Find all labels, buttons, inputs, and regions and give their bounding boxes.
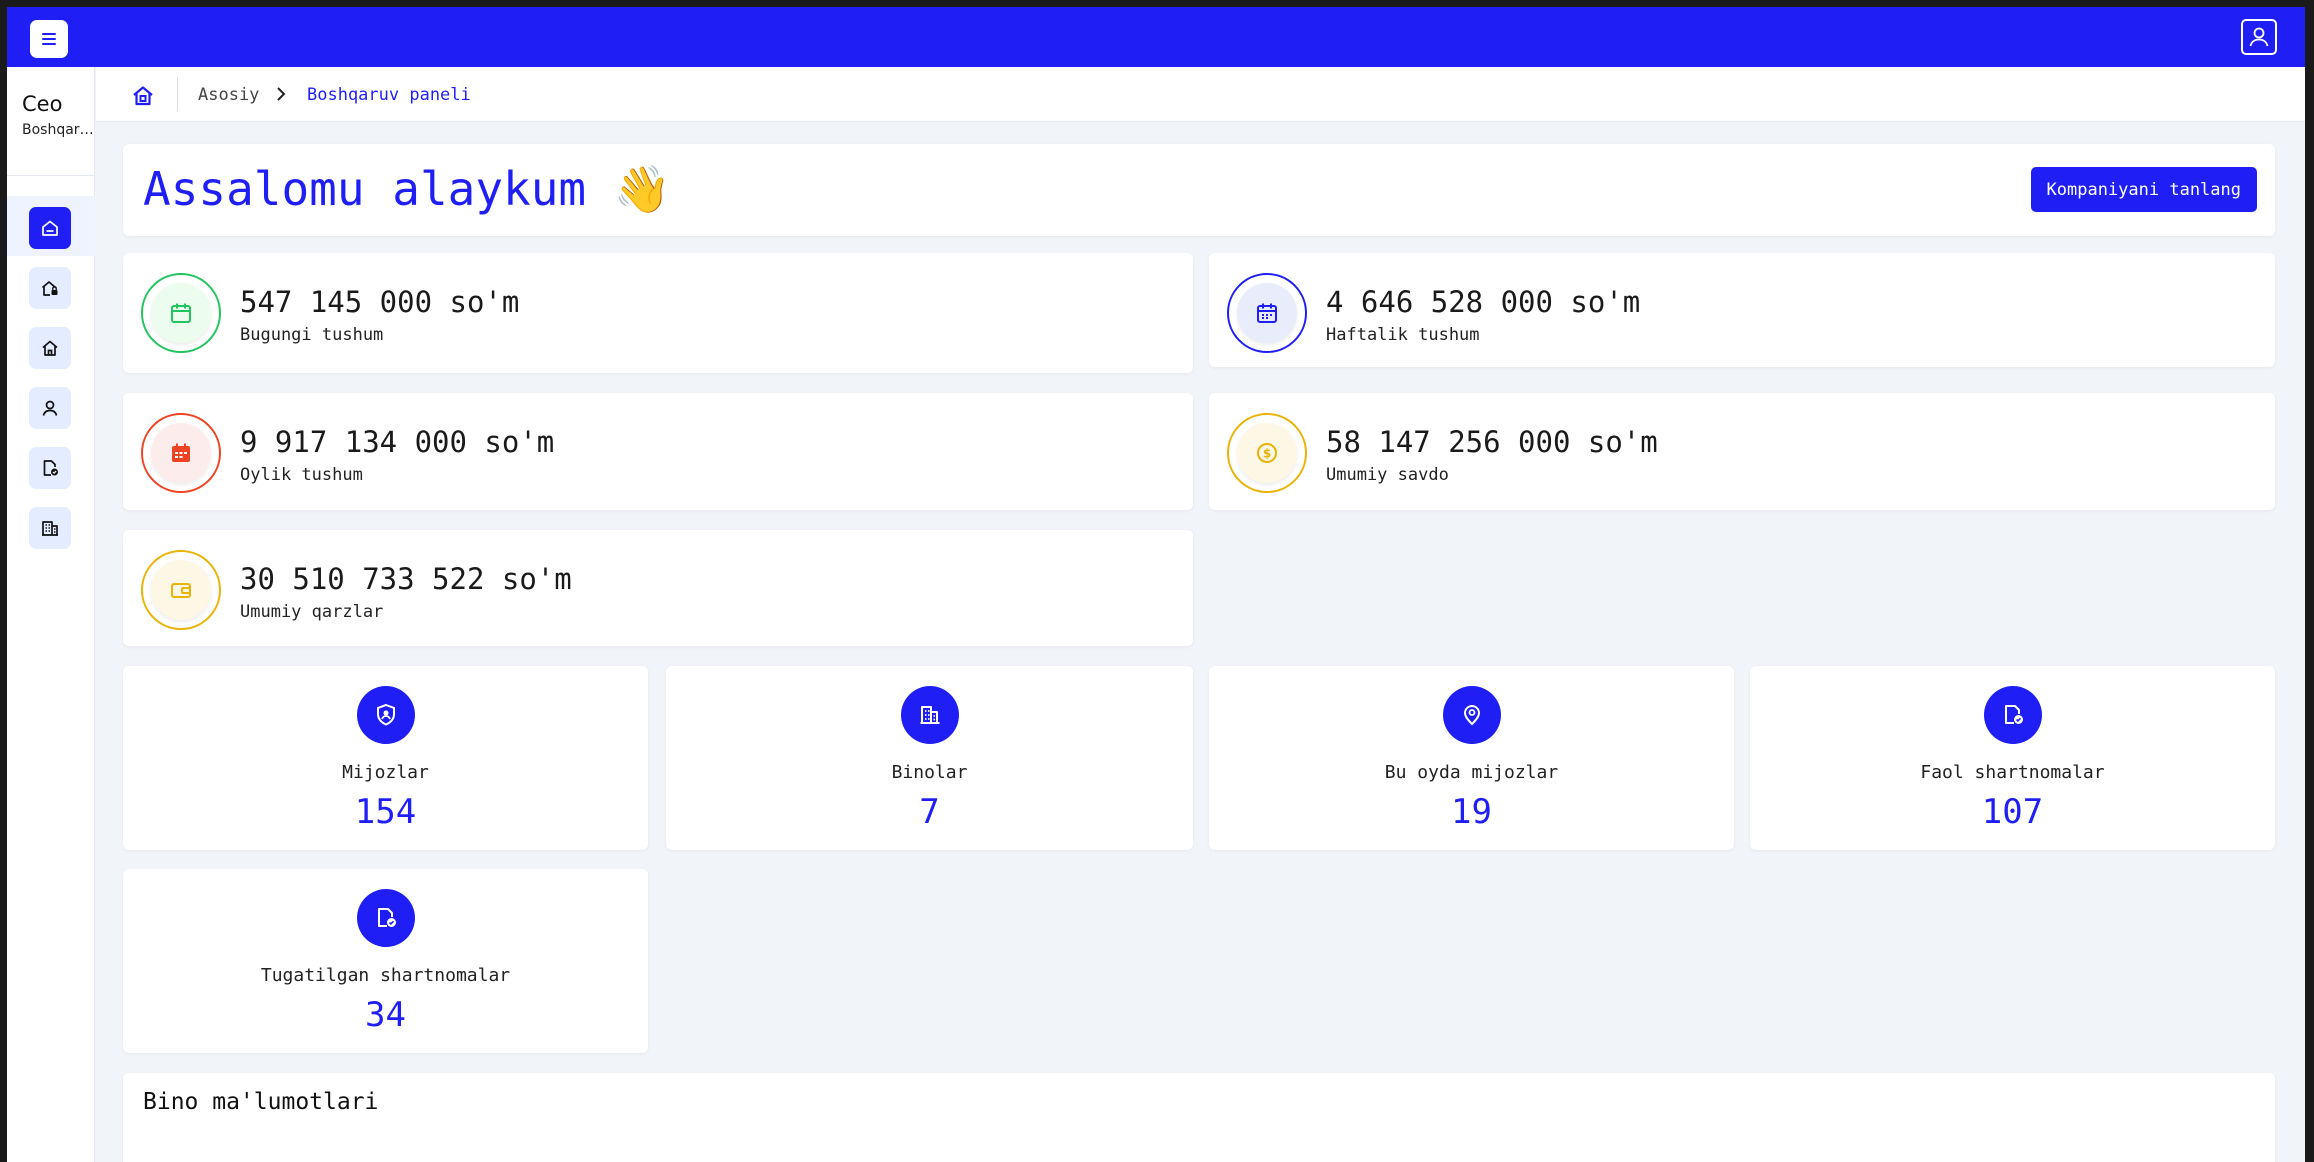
greeting-card: Assalomu alaykum 👋 Kompaniyani tanlang: [123, 144, 2275, 236]
house-lock-icon: [41, 281, 58, 296]
count-label: Bu oyda mijozlar: [1384, 762, 1559, 783]
count-label: Mijozlar: [342, 762, 429, 783]
building-info-title: Bino ma'lumotlari: [143, 1089, 379, 1115]
menu-button[interactable]: [30, 20, 68, 58]
stat-icon-ring: [141, 273, 221, 353]
count-label: Binolar: [891, 762, 968, 783]
stat-icon-ring: [1227, 273, 1307, 353]
user-role: Boshqaruv paneli: [22, 122, 94, 138]
contract-check-icon: [2004, 705, 2023, 724]
count-card-active-contracts: Faol shartnomalar 107: [1750, 666, 2275, 850]
stat-value: 4 646 528 000 so'm: [1326, 285, 1641, 319]
count-label: Faol shartnomalar: [1920, 762, 2105, 783]
stat-label: Umumiy qarzlar: [240, 602, 384, 622]
count-value: 19: [1451, 792, 1492, 832]
breadcrumb-separator: [177, 77, 178, 111]
home-icon: [42, 340, 58, 356]
home-icon[interactable]: [130, 83, 156, 109]
contract-icon: [43, 460, 58, 476]
count-card-finished-contracts: Tugatilgan shartnomalar 34: [123, 869, 648, 1053]
top-bar: [7, 7, 2305, 67]
stat-label: Bugungi tushum: [240, 325, 384, 345]
breadcrumb-item-home[interactable]: Asosiy: [198, 85, 259, 105]
count-card-monthly-clients: Bu oyda mijozlar 19: [1209, 666, 1734, 850]
building-icon: [42, 521, 58, 536]
stat-value: 58 147 256 000 so'm: [1326, 425, 1658, 459]
stat-label: Haftalik tushum: [1326, 325, 1480, 345]
stat-value: 547 145 000 so'm: [240, 285, 520, 319]
breadcrumb-item-current: Boshqaruv paneli: [307, 85, 471, 105]
count-value: 7: [919, 792, 940, 832]
count-value: 154: [354, 792, 417, 832]
stat-card-monthly: 9 917 134 000 so'm Oylik tushum: [123, 393, 1193, 510]
sidebar-divider: [7, 175, 95, 176]
client-badge-icon: [376, 703, 395, 726]
stat-card-total-debts: 30 510 733 522 so'm Umumiy qarzlar: [123, 530, 1193, 646]
sidebar-item-contracts[interactable]: [29, 447, 71, 489]
wave-emoji: 👋: [613, 162, 672, 216]
chevron-right-icon: [277, 87, 286, 101]
count-card-clients: Mijozlar 154: [123, 666, 648, 850]
count-icon-circle: [1983, 686, 2042, 744]
building-icon: [920, 706, 939, 724]
sidebar-item-buildings[interactable]: [29, 507, 71, 549]
sidebar-item-dashboard[interactable]: [29, 207, 71, 249]
count-icon-circle: [356, 889, 415, 947]
stat-label: Oylik tushum: [240, 465, 363, 485]
stat-label: Umumiy savdo: [1326, 465, 1449, 485]
count-icon-circle: [900, 686, 959, 744]
count-icon-circle: [1442, 686, 1501, 744]
location-pin-icon: [1463, 705, 1480, 726]
stat-card-weekly: 4 646 528 000 so'm Haftalik tushum: [1209, 253, 2275, 367]
calendar-icon: [1257, 303, 1277, 323]
count-label: Tugatilgan shartnomalar: [260, 965, 511, 986]
user-menu-button[interactable]: [2241, 19, 2277, 55]
wallet-icon: [171, 583, 191, 598]
stat-card-daily: 547 145 000 so'm Bugungi tushum: [123, 253, 1193, 373]
contract-check-icon: [377, 908, 396, 927]
stat-value: 30 510 733 522 so'm: [240, 562, 572, 596]
calendar-icon: [172, 443, 190, 462]
page-title: Assalomu alaykum 👋: [143, 162, 671, 217]
stat-icon-ring: [141, 550, 221, 630]
breadcrumb: Asosiy Boshqaruv paneli: [96, 67, 2305, 122]
sidebar-item-home[interactable]: [29, 327, 71, 369]
dashboard-icon: [42, 220, 58, 236]
count-card-buildings: Binolar 7: [666, 666, 1193, 850]
stat-icon-ring: $: [1227, 413, 1307, 493]
hamburger-icon: [42, 33, 56, 45]
sidebar-item-user[interactable]: [29, 387, 71, 429]
app-window: Ceo Boshqaruv paneli Asosiy Boshqaruv pa…: [7, 7, 2305, 1162]
svg-text:$: $: [1263, 447, 1271, 461]
coin-icon: $: [1257, 443, 1277, 463]
user-icon: [42, 400, 58, 416]
stat-value: 9 917 134 000 so'm: [240, 425, 555, 459]
user-name: Ceo: [22, 92, 63, 116]
sidebar: Ceo Boshqaruv paneli: [7, 67, 95, 1162]
count-value: 34: [365, 995, 406, 1035]
stat-card-total-sales: $ 58 147 256 000 so'm Umumiy savdo: [1209, 393, 2275, 510]
user-icon: [2249, 27, 2269, 47]
calendar-icon: [171, 303, 191, 323]
sidebar-user: Ceo Boshqaruv paneli: [22, 92, 94, 138]
select-company-button[interactable]: Kompaniyani tanlang: [2030, 167, 2257, 212]
stat-icon-ring: [141, 413, 221, 493]
count-value: 107: [1981, 792, 2044, 832]
greeting-text: Assalomu alaykum: [143, 162, 587, 216]
sidebar-item-house-lock[interactable]: [29, 267, 71, 309]
building-info-card: Bino ma'lumotlari: [123, 1073, 2275, 1162]
count-icon-circle: [356, 686, 415, 744]
